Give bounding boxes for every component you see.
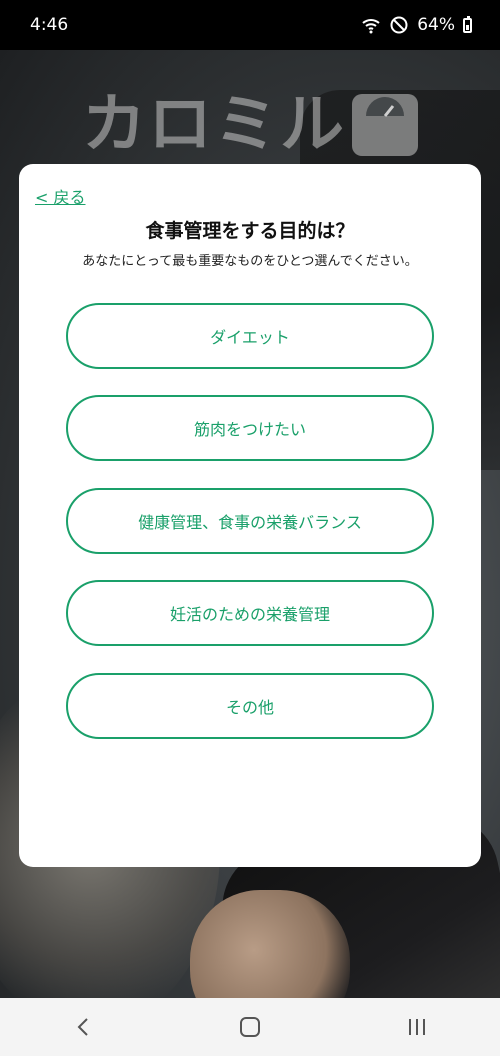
back-icon	[77, 1018, 89, 1036]
app-logo: カロミル	[82, 90, 418, 160]
modal-subtitle: あなたにとって最も重要なものをひとつ選んでください。	[82, 254, 418, 269]
nav-back-button[interactable]	[53, 1007, 113, 1047]
purpose-modal: < 戻る 食事管理をする目的は？ あなたにとって最も重要なものをひとつ選んでくだ…	[19, 164, 481, 867]
nav-recents-button[interactable]	[387, 1007, 447, 1047]
status-icons: 64%	[361, 15, 472, 35]
option-muscle-button[interactable]: 筋肉をつけたい	[66, 395, 434, 461]
navigation-bar	[0, 998, 500, 1056]
modal-title: 食事管理をする目的は？	[145, 220, 355, 242]
recents-icon	[408, 1019, 425, 1035]
battery-icon	[463, 15, 472, 33]
home-icon	[239, 1017, 260, 1037]
status-time: 4:46	[30, 15, 69, 35]
option-other-button[interactable]: その他	[66, 673, 434, 739]
do-not-disturb-icon	[389, 15, 409, 35]
back-link[interactable]: < 戻る	[35, 184, 86, 208]
logo-text: カロミル	[82, 88, 346, 162]
option-health-button[interactable]: 健康管理、食事の栄養バランス	[66, 488, 434, 554]
scale-icon	[352, 94, 418, 156]
option-diet-button[interactable]: ダイエット	[66, 303, 434, 369]
wifi-icon	[361, 15, 381, 35]
option-pregnancy-button[interactable]: 妊活のための栄養管理	[66, 580, 434, 646]
status-bar: 4:46 64%	[0, 0, 500, 50]
nav-home-button[interactable]	[220, 1007, 280, 1047]
battery-percent: 64%	[417, 15, 455, 35]
